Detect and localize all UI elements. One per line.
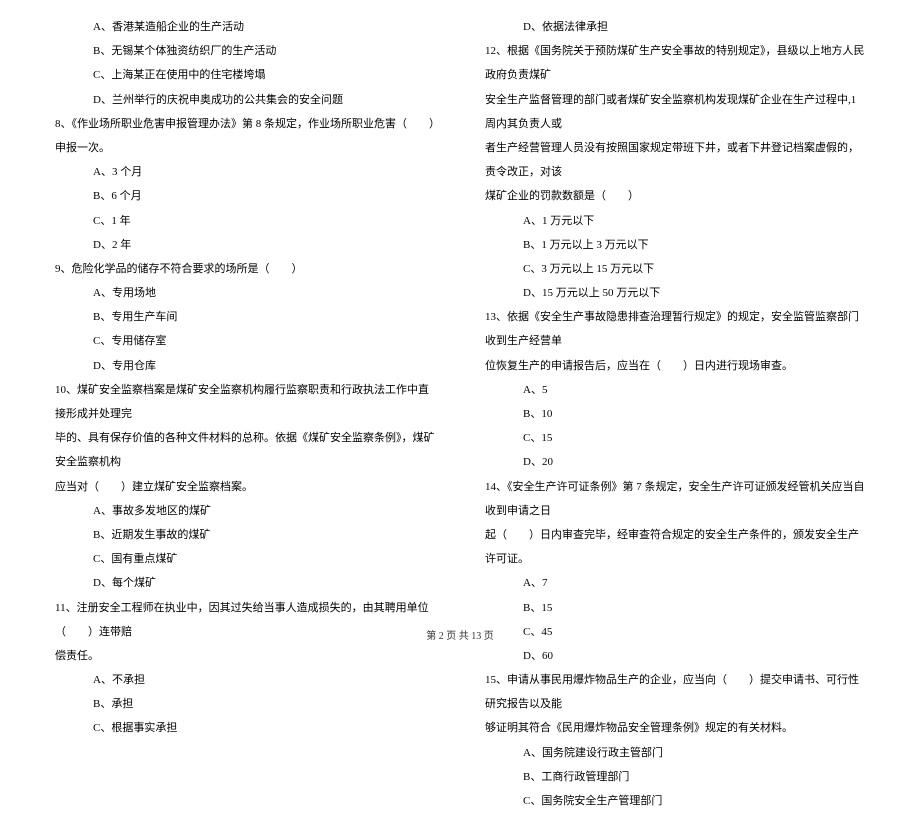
q7-option-c: C、上海某正在使用中的住宅楼垮塌 (55, 63, 435, 87)
q11-line2: 偿责任。 (55, 644, 435, 668)
q8-option-a: A、3 个月 (55, 160, 435, 184)
q12-option-b: B、1 万元以上 3 万元以下 (485, 233, 865, 257)
q8-option-d: D、2 年 (55, 233, 435, 257)
q13-option-a: A、5 (485, 378, 865, 402)
q15-line1: 15、申请从事民用爆炸物品生产的企业，应当向（ ）提交申请书、可行性研究报告以及… (485, 668, 865, 716)
q12-line3: 者生产经营管理人员没有按照国家规定带班下井，或者下井登记档案虚假的，责令改正，对… (485, 136, 865, 184)
q9-text: 9、危险化学品的储存不符合要求的场所是（ ） (55, 257, 435, 281)
q9-option-c: C、专用储存室 (55, 329, 435, 353)
q8-option-c: C、1 年 (55, 209, 435, 233)
q8-text: 8、《作业场所职业危害申报管理办法》第 8 条规定，作业场所职业危害（ ）申报一… (55, 112, 435, 160)
q13-line2: 位恢复生产的申请报告后，应当在（ ）日内进行现场审查。 (485, 354, 865, 378)
right-column: D、依据法律承担 12、根据《国务院关于预防煤矿生产安全事故的特别规定》，县级以… (460, 15, 880, 615)
q14-option-d: D、60 (485, 644, 865, 668)
q11-option-d: D、依据法律承担 (485, 15, 865, 39)
q12-option-c: C、3 万元以上 15 万元以下 (485, 257, 865, 281)
page-container: A、香港某造船企业的生产活动 B、无锡某个体独资纺织厂的生产活动 C、上海某正在… (0, 0, 920, 620)
q12-option-a: A、1 万元以下 (485, 209, 865, 233)
q10-option-a: A、事故多发地区的煤矿 (55, 499, 435, 523)
q10-line2: 毕的、具有保存价值的各种文件材料的总称。依据《煤矿安全监察条例》，煤矿安全监察机… (55, 426, 435, 474)
q14-option-a: A、7 (485, 571, 865, 595)
left-column: A、香港某造船企业的生产活动 B、无锡某个体独资纺织厂的生产活动 C、上海某正在… (40, 15, 460, 615)
q7-option-a: A、香港某造船企业的生产活动 (55, 15, 435, 39)
q10-line3: 应当对（ ）建立煤矿安全监察档案。 (55, 475, 435, 499)
q8-option-b: B、6 个月 (55, 184, 435, 208)
q12-line2: 安全生产监督管理的部门或者煤矿安全监察机构发现煤矿企业在生产过程中,1 周内其负… (485, 88, 865, 136)
q11-option-b: B、承担 (55, 692, 435, 716)
q9-option-d: D、专用仓库 (55, 354, 435, 378)
q13-option-c: C、15 (485, 426, 865, 450)
q13-option-b: B、10 (485, 402, 865, 426)
q15-option-b: B、工商行政管理部门 (485, 765, 865, 789)
q7-option-d: D、兰州举行的庆祝申奥成功的公共集会的安全问题 (55, 88, 435, 112)
q10-option-b: B、近期发生事故的煤矿 (55, 523, 435, 547)
q11-option-a: A、不承担 (55, 668, 435, 692)
q15-option-c: C、国务院安全生产管理部门 (485, 789, 865, 813)
q14-line2: 起（ ）日内审查完毕，经审查符合规定的安全生产条件的，颁发安全生产许可证。 (485, 523, 865, 571)
q12-line1: 12、根据《国务院关于预防煤矿生产安全事故的特别规定》，县级以上地方人民政府负责… (485, 39, 865, 87)
q14-option-b: B、15 (485, 596, 865, 620)
q15-option-a: A、国务院建设行政主管部门 (485, 741, 865, 765)
q10-line1: 10、煤矿安全监察档案是煤矿安全监察机构履行监察职责和行政执法工作中直接形成并处… (55, 378, 435, 426)
q7-option-b: B、无锡某个体独资纺织厂的生产活动 (55, 39, 435, 63)
q15-line2: 够证明其符合《民用爆炸物品安全管理条例》规定的有关材料。 (485, 716, 865, 740)
page-footer: 第 2 页 共 13 页 (0, 627, 920, 642)
q13-line1: 13、依据《安全生产事故隐患排查治理暂行规定》的规定，安全监管监察部门收到生产经… (485, 305, 865, 353)
q12-line4: 煤矿企业的罚款数额是（ ） (485, 184, 865, 208)
q9-option-a: A、专用场地 (55, 281, 435, 305)
q11-option-c: C、根据事实承担 (55, 716, 435, 740)
q14-line1: 14、《安全生产许可证条例》第 7 条规定，安全生产许可证颁发经管机关应当自收到… (485, 475, 865, 523)
q9-option-b: B、专用生产车间 (55, 305, 435, 329)
q10-option-d: D、每个煤矿 (55, 571, 435, 595)
q12-option-d: D、15 万元以上 50 万元以下 (485, 281, 865, 305)
q10-option-c: C、国有重点煤矿 (55, 547, 435, 571)
q13-option-d: D、20 (485, 450, 865, 474)
